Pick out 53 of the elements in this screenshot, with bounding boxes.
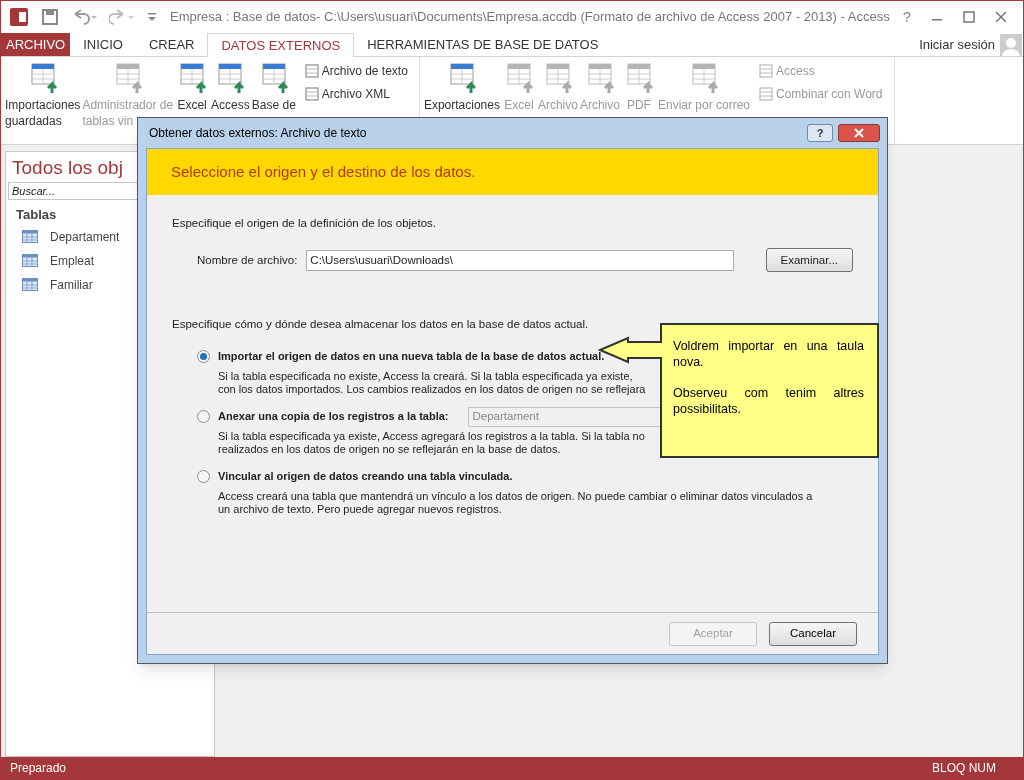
help-button[interactable]: ? — [807, 124, 833, 142]
ribbon-small-button[interactable]: Archivo XML — [304, 84, 408, 104]
maximize-icon[interactable] — [963, 11, 975, 23]
customize-toolbar-icon[interactable] — [147, 11, 157, 23]
option-description: Access creará una tabla que mantendrá un vínculo a los datos de origen. No puede cambiar o eliminar datos vinculados a un archivo de texto. Pero puede agregar nuevos registros. — [218, 489, 813, 516]
close-icon[interactable] — [995, 11, 1007, 23]
sign-in-link[interactable]: Iniciar sesión — [919, 33, 1000, 56]
nav-pane-title: Todos los obj — [12, 156, 123, 180]
save-icon[interactable] — [41, 8, 59, 26]
nav-item[interactable]: Familiar — [6, 272, 214, 297]
option-description: Si la tabla especificada ya existe, Access agregará los registros a la tabla. Si la tabla no realizados en los datos de origen no se reflejarán en la base de datos. — [218, 429, 645, 456]
table-icon — [22, 254, 38, 267]
ribbon-button[interactable]: Access — [210, 61, 251, 113]
radio-button[interactable] — [197, 350, 210, 363]
ribbon-small-button[interactable]: Archivo de texto — [304, 61, 408, 81]
file-name-field[interactable]: C:\Users\usuari\Downloads\ — [306, 249, 734, 271]
radio-button[interactable] — [197, 470, 210, 483]
option-description: Si la tabla especificada no existe, Access la creará. Si la tabla especificada ya existe, con los datos importados. Los cambios realizados en los datos de origen no se reflejara — [218, 369, 646, 396]
close-icon — [854, 128, 864, 138]
table-icon — [304, 64, 319, 78]
callout-text: Observeu com tenim altres possibilitats. — [673, 385, 864, 417]
table-icon — [759, 87, 773, 101]
option-label[interactable]: Vincular al origen de datos creando una tabla vinculada. — [218, 468, 513, 485]
callout-text: Voldrem importar en una taula nova. — [673, 338, 864, 370]
field-label: Nombre de archivo: — [197, 252, 298, 268]
help-button[interactable]: ? — [902, 5, 911, 29]
window-title: Empresa : Base de datos- C:\Users\usuari\Documents\Empresa.accdb (Formato de archivo de Access 2007 - 2013) - Access — [169, 8, 891, 27]
table-icon — [759, 64, 773, 78]
ribbon-button[interactable]: Importaciones guardadas — [4, 61, 82, 129]
status-text: BLOQ NUM — [932, 760, 997, 777]
radio-button[interactable] — [197, 410, 210, 423]
option-label[interactable]: Importar el origen de datos en una nueva tabla de la base de datos actual. — [218, 348, 605, 365]
table-icon — [304, 87, 319, 101]
table-icon — [22, 278, 38, 291]
app-logo-icon — [9, 7, 29, 27]
status-text: Preparado — [10, 760, 67, 777]
ribbon-tab[interactable]: DATOS EXTERNOS — [207, 33, 355, 57]
ribbon-tab[interactable]: INICIO — [70, 33, 136, 56]
browse-button[interactable]: Examinar... — [765, 248, 853, 273]
section-text: Especifique cómo y dónde desea almacenar los datos en la base de datos actual. — [172, 317, 589, 333]
ribbon-tab[interactable]: CREAR — [135, 33, 208, 56]
dialog-header: Seleccione el origen y el destino de los datos. — [147, 149, 878, 195]
close-button[interactable] — [838, 124, 880, 142]
ribbon-button[interactable]: Excel — [174, 61, 211, 113]
option-label[interactable]: Anexar una copia de los registros a la tabla: — [218, 408, 449, 425]
ribbon-button[interactable]: Exportaciones — [422, 61, 501, 113]
ribbon-tab[interactable]: HERRAMIENTAS DE BASE DE DATOS — [354, 33, 612, 56]
intro-text: Especifique el origen de la definición de los objetos. — [172, 216, 437, 231]
file-tab[interactable]: ARCHIVO — [1, 33, 71, 56]
dialog-button[interactable]: Cancelar — [769, 621, 857, 646]
ribbon-button[interactable]: Base de — [250, 61, 297, 113]
redo-icon[interactable] — [109, 8, 135, 26]
table-icon — [22, 230, 38, 243]
